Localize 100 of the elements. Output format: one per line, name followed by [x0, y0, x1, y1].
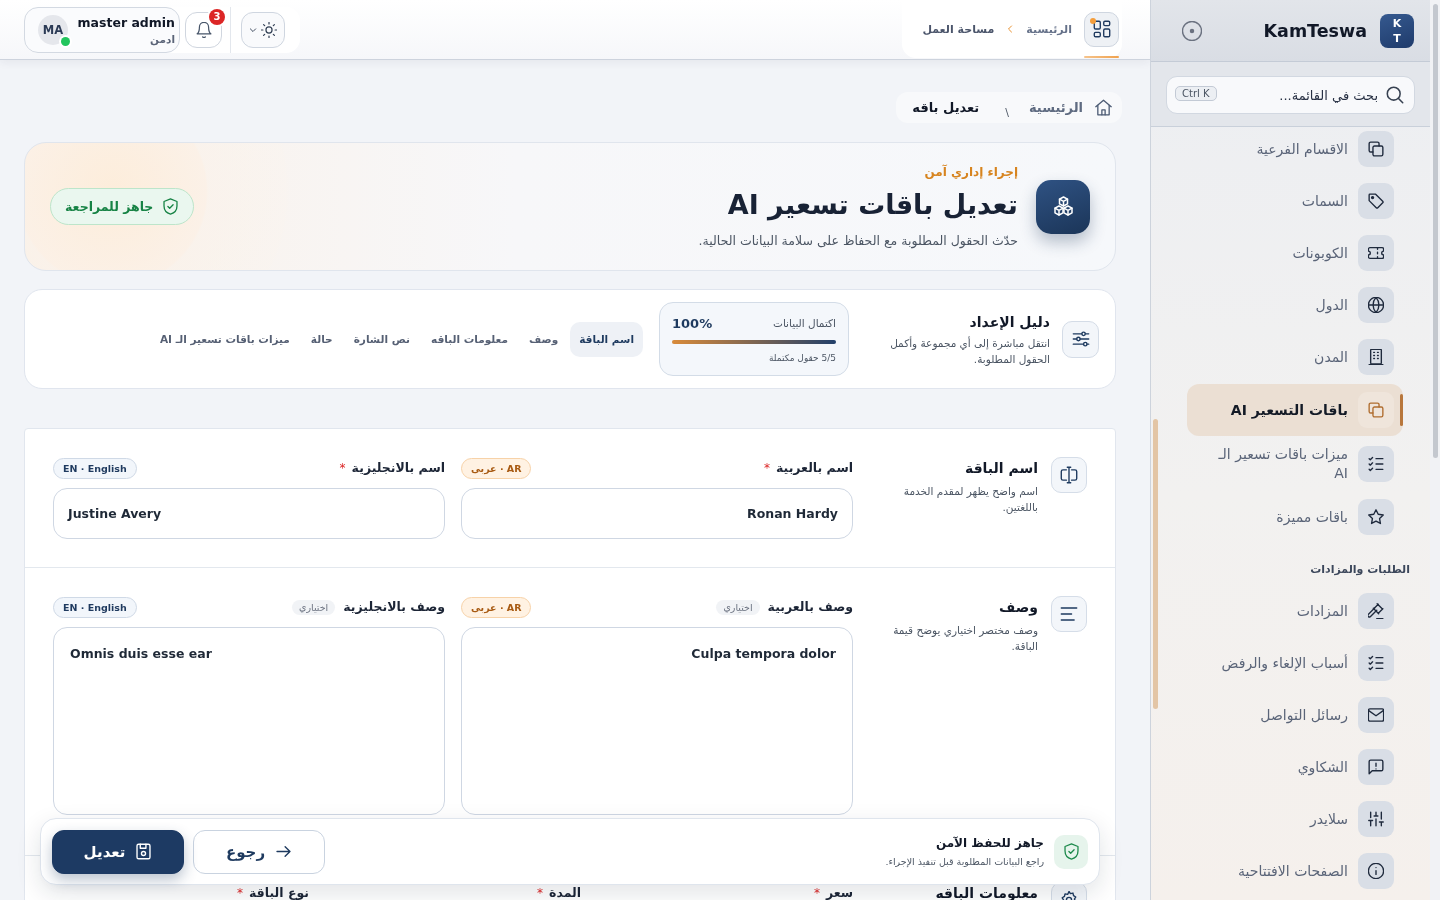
breadcrumb-current: تعديل باقه: [912, 100, 980, 115]
review-status: جاهز للمراجعة: [50, 188, 195, 225]
dashboard-button[interactable]: [1084, 11, 1119, 47]
section-tab[interactable]: نص الشارة: [344, 321, 419, 357]
field-label: نوع الباقة: [249, 886, 309, 900]
menu-item[interactable]: المزادات: [1187, 585, 1403, 637]
save-button[interactable]: تعديل: [52, 829, 184, 874]
language-tag: AR · عربى: [461, 457, 532, 479]
menu-item[interactable]: الشكاوي: [1187, 741, 1403, 793]
breadcrumb-separator: \: [1005, 106, 1009, 119]
section-tab[interactable]: وصف: [520, 321, 568, 357]
shield-check-icon: [162, 198, 180, 215]
avatar-initials: MA: [42, 22, 64, 37]
cubes-icon: [1036, 179, 1090, 234]
menu-item[interactable]: المدن: [1187, 331, 1403, 383]
caret-icon: [249, 25, 257, 34]
guide-title: دليل الإعداد: [969, 312, 1050, 332]
scrollbar-thumb[interactable]: [1153, 419, 1158, 709]
menu-item[interactable]: الكوبونات: [1187, 227, 1403, 279]
save-icon: [135, 843, 153, 860]
sun-icon: [261, 21, 277, 38]
checklist-icon: [1358, 645, 1394, 681]
menu-item[interactable]: السمات: [1187, 175, 1403, 227]
breadcrumb-link[interactable]: الرئيسية: [1028, 100, 1083, 115]
optional-tag: اختياري: [292, 599, 336, 615]
language-tag: EN · English: [53, 596, 137, 618]
dot-icon: [1090, 17, 1096, 24]
section-description: اسم واضح يظهر لمقدم الخدمة باللغتين.: [902, 484, 1038, 515]
section-title: وصف: [999, 599, 1038, 615]
text-cursor-icon: [1051, 457, 1087, 493]
building-icon: [1358, 339, 1394, 375]
menu-item[interactable]: باقات التسعير AI: [1187, 384, 1403, 436]
text-lines-icon: [1051, 596, 1087, 632]
save-bar-title: جاهز للحفظ الآمن: [934, 835, 1044, 851]
required-mark: *: [763, 461, 770, 475]
field-label: سعر: [825, 886, 853, 900]
grid-icon: [1092, 20, 1111, 38]
menu-item[interactable]: الاقسام الفرعية: [1187, 127, 1403, 175]
brand-name: KamTeswa: [1263, 20, 1367, 41]
copy-icon: [1358, 392, 1394, 428]
guide-description: انتقل مباشرة إلى أي مجموعة وأكمل الحقول المطلوبة.: [889, 335, 1050, 367]
shortcut-hint: Ctrl K: [1175, 86, 1217, 101]
chevron-icon: [1006, 25, 1015, 33]
menu-item[interactable]: أسباب الإلغاء والرفض: [1187, 637, 1403, 689]
field-label: وصف بالعربية: [767, 600, 853, 614]
save-bar-hint: راجع البيانات المطلوبة قبل تنفيذ الإجراء.: [885, 855, 1044, 868]
chat-alert-icon: [1358, 749, 1394, 785]
checklist-icon: [1358, 446, 1394, 482]
ticket-icon: [1358, 235, 1394, 271]
sidebar-toggle[interactable]: [1182, 20, 1202, 41]
globe-icon: [1358, 287, 1394, 323]
section-description: وصف مختصر اختياري يوضح قيمة الباقة.: [892, 623, 1038, 654]
section-tab[interactable]: حالة: [301, 321, 342, 357]
logo: K T: [1380, 13, 1414, 48]
textarea-field[interactable]: Culpa tempora dolor: [461, 627, 853, 815]
breadcrumb-link[interactable]: مساحة العمل: [922, 22, 995, 36]
home-icon: [1095, 99, 1112, 116]
bell-icon: [195, 21, 212, 38]
mail-icon: [1358, 697, 1394, 733]
back-button[interactable]: رجوع: [193, 829, 325, 874]
language-tag: EN · English: [53, 457, 137, 479]
notification-count: 3: [209, 8, 225, 25]
menu-section-title: الطلبات والمزادات: [1310, 563, 1410, 576]
section-tab[interactable]: ميزات باقات تسعير الـ AI: [150, 321, 299, 357]
field-label: اسم بالانجليزية: [351, 461, 445, 475]
field-label: اسم بالعربية: [775, 461, 853, 475]
progress-caption: 5/5 حقول مكتملة: [767, 352, 836, 364]
sliders-icon: [1062, 320, 1099, 358]
breadcrumb-link[interactable]: الرئيسية: [1026, 22, 1072, 36]
menu-item[interactable]: رسائل التواصل: [1187, 689, 1403, 741]
menu-item[interactable]: الصفحات الافتتاحية: [1187, 845, 1403, 897]
menu-item[interactable]: باقات مميزة: [1187, 491, 1403, 543]
field-label: وصف بالانجليزية: [343, 600, 445, 614]
progress-value: 100%: [672, 315, 713, 331]
shield-check-icon: [1054, 834, 1088, 869]
sliders-icon: [1358, 801, 1394, 837]
info-icon: [1358, 853, 1394, 889]
user-name: master admin: [77, 14, 175, 30]
search-icon: [1386, 86, 1404, 104]
progress-label: اكتمال البيانات: [773, 317, 836, 329]
menu-item[interactable]: سلايدر: [1187, 793, 1403, 845]
user-role: ادمن: [150, 32, 175, 45]
menu-item[interactable]: ميزات باقات تسعير الـ AI: [1187, 437, 1403, 491]
menu-item[interactable]: الدول: [1187, 279, 1403, 331]
required-mark: *: [537, 886, 544, 900]
text-input[interactable]: Ronan Hardy: [461, 488, 853, 539]
tag-icon: [1358, 183, 1394, 219]
active-indicator: [1084, 56, 1119, 58]
textarea-field[interactable]: Omnis duis esse ear: [53, 627, 445, 815]
hero-kicker: إجراء إداري آمن: [924, 163, 1018, 180]
required-mark: *: [813, 886, 820, 900]
section-tab[interactable]: اسم الباقة: [570, 321, 643, 357]
scrollbar-thumb[interactable]: [1433, 4, 1438, 458]
required-mark: *: [237, 886, 244, 900]
language-tag: AR · عربى: [461, 596, 532, 618]
section-tab[interactable]: معلومات الباقه: [422, 321, 517, 357]
theme-button[interactable]: [241, 11, 285, 48]
section-title: اسم الباقة: [964, 460, 1038, 476]
text-input[interactable]: Justine Avery: [53, 488, 445, 539]
arrow-right-icon: [275, 843, 293, 860]
